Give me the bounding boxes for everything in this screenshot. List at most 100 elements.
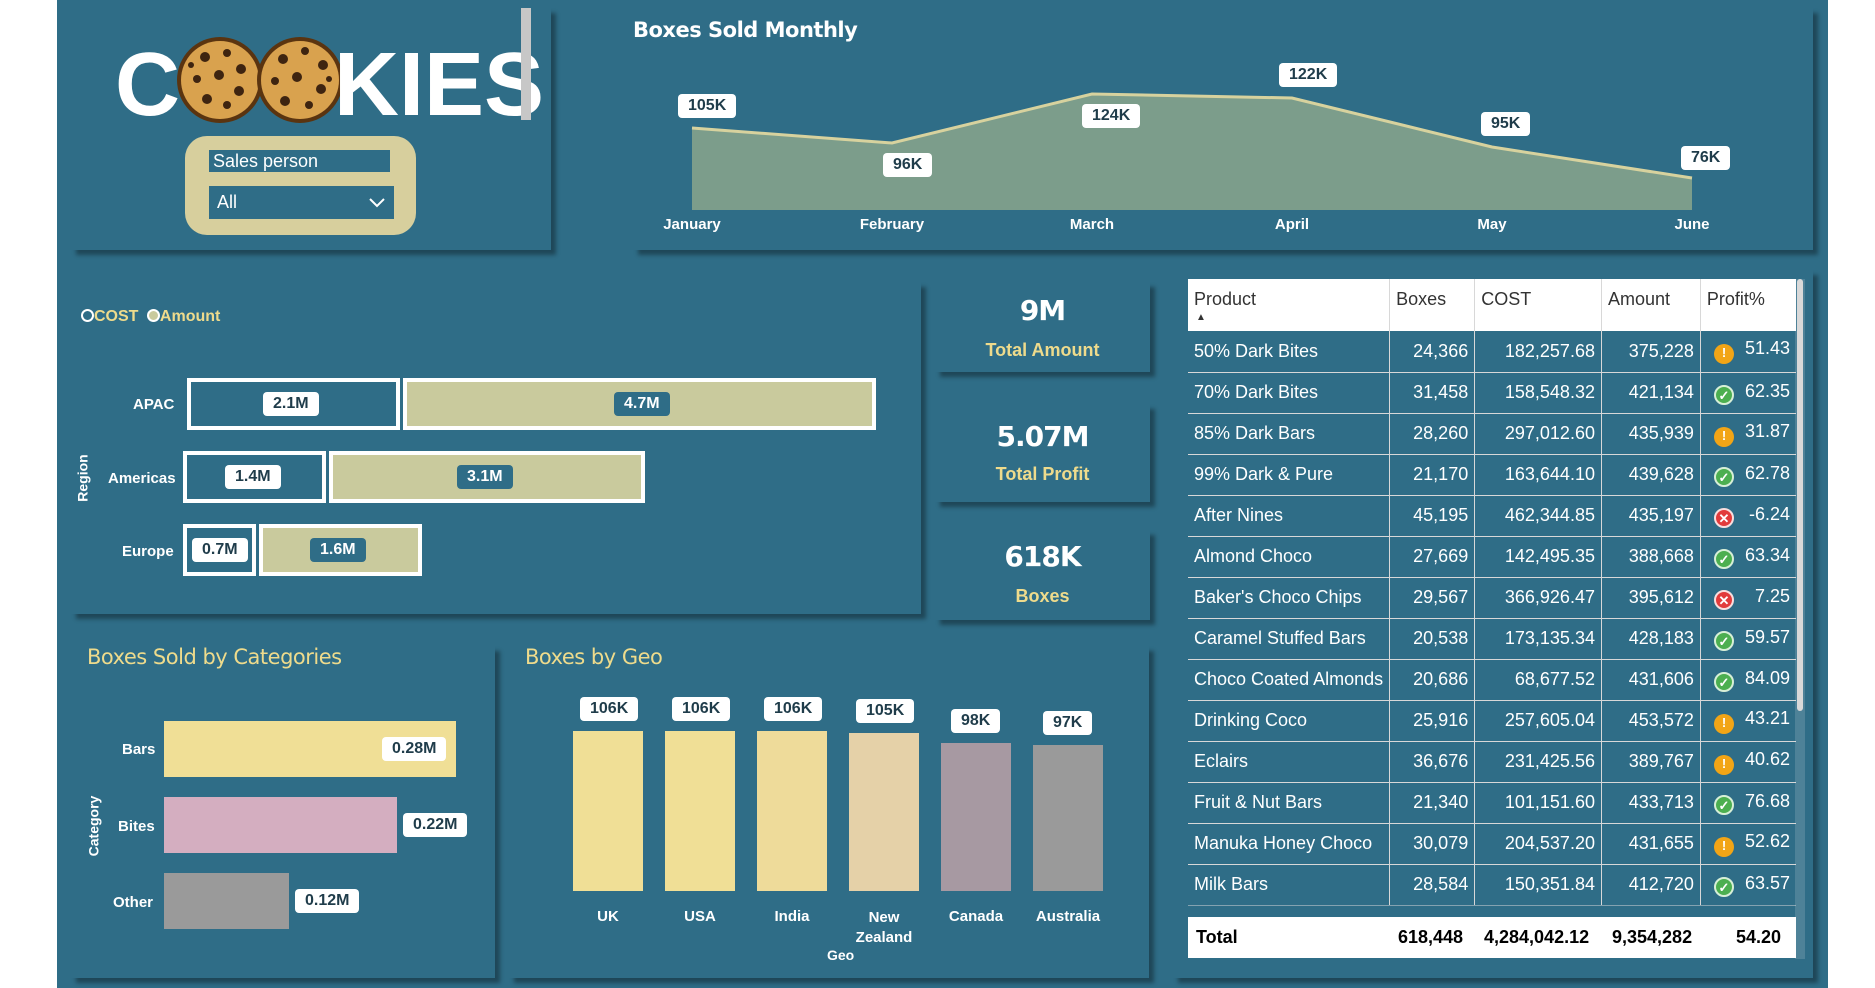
table-row[interactable]: Fruit & Nut Bars 21,340 101,151.60 433,713 ✓… xyxy=(1188,782,1796,824)
kpi-card-boxes: 618K Boxes xyxy=(935,530,1150,620)
data-label: 1.6M xyxy=(310,538,366,562)
geo-label: UK xyxy=(597,908,619,925)
category-label: Bites xyxy=(118,818,155,835)
month-label: June xyxy=(1674,216,1709,233)
table-row[interactable]: Drinking Coco 25,916 257,605.04 453,572! 43.… xyxy=(1188,700,1796,742)
cell-amount: 388,668 xyxy=(1601,536,1701,578)
table-row[interactable]: Milk Bars 28,584 150,351.84 412,720 ✓ 63.57 xyxy=(1188,864,1796,906)
data-label: 0.12M xyxy=(295,889,360,913)
data-label: 1.4M xyxy=(225,465,281,489)
category-bar-other xyxy=(164,873,289,929)
kpi-value: 5.07M xyxy=(996,420,1090,453)
cell-amount: 431,655 xyxy=(1601,823,1701,865)
table-row[interactable]: 99% Dark & Pure 21,170 163,644.10 439,628 ✓ 6… xyxy=(1188,454,1796,496)
monthly-area xyxy=(692,94,1692,210)
profit-value: -6.24 xyxy=(1748,503,1790,524)
table-row[interactable]: Choco Coated Almonds 20,686 68,677.52 431,6… xyxy=(1188,659,1796,701)
table-row[interactable]: Almond Choco 27,669 142,495.35 388,668 ✓ 63.3… xyxy=(1188,536,1796,578)
warning-icon: ! xyxy=(1714,713,1734,734)
geo-bar-australia xyxy=(1033,745,1103,891)
cell-product: Eclairs xyxy=(1188,741,1391,783)
legend-amount: Amount xyxy=(159,308,221,325)
profit-value: 84.09 xyxy=(1744,667,1790,688)
table-row[interactable]: 70% Dark Bites 31,458 158,548.32 421,134 ✓ 62… xyxy=(1188,372,1796,414)
total-amount: 9,354,282 xyxy=(1612,927,1693,947)
table-row[interactable]: After Nines 45,195 462,344.85 435,197 ✕ -6.24 xyxy=(1188,495,1796,537)
geo-label: Canada xyxy=(948,908,1004,925)
cell-profit: ! 31.87 xyxy=(1700,413,1796,455)
cell-product: Choco Coated Almonds xyxy=(1188,659,1391,701)
table-row[interactable]: 85% Dark Bars 28,260 297,012.60 435,939! 31.… xyxy=(1188,413,1796,455)
column-header-product[interactable]: Product ▲ xyxy=(1188,279,1391,331)
column-header-amount[interactable]: Amount xyxy=(1601,279,1701,331)
cell-boxes: 28,584 xyxy=(1389,864,1476,906)
table-scrollbar-thumb[interactable] xyxy=(1797,279,1803,711)
table-row[interactable]: 50% Dark Bites 24,366 182,257.68 375,228! 51… xyxy=(1188,331,1796,373)
region-label: Europe xyxy=(122,543,174,560)
cell-cost: 68,677.52 xyxy=(1474,659,1602,701)
cell-amount: 431,606 xyxy=(1601,659,1701,701)
cell-boxes: 30,079 xyxy=(1389,823,1476,865)
profit-value: 63.34 xyxy=(1744,544,1790,565)
geo-label: New Zealand xyxy=(855,909,913,946)
data-label: 3.1M xyxy=(457,465,513,489)
cell-amount: 435,197 xyxy=(1601,495,1701,537)
table-row[interactable]: Eclairs 36,676 231,425.56 389,767! 40.62 xyxy=(1188,741,1796,783)
table-row[interactable]: Manuka Honey Choco 30,079 204,537.20 431,65… xyxy=(1188,823,1796,865)
cell-product: Fruit & Nut Bars xyxy=(1188,782,1391,824)
monthly-title: Boxes Sold Monthly xyxy=(633,18,858,42)
category-label: Other xyxy=(113,894,154,911)
column-header-cost[interactable]: COST xyxy=(1474,279,1602,331)
cell-boxes: 27,669 xyxy=(1389,536,1476,578)
cookie-icon xyxy=(257,37,343,123)
sales-person-slicer: Sales person All xyxy=(185,136,416,235)
monthly-area-chart: January February March April May June xyxy=(663,92,1710,233)
table-row[interactable]: Caramel Stuffed Bars 20,538 173,135.34 428,… xyxy=(1188,618,1796,660)
column-header-boxes[interactable]: Boxes xyxy=(1389,279,1476,331)
cell-amount: 433,713 xyxy=(1601,782,1701,824)
region-axis-title: Region xyxy=(74,454,91,502)
cell-product: 50% Dark Bites xyxy=(1188,331,1391,373)
table-row[interactable]: Baker's Choco Chips 29,567 366,926.47 395,6… xyxy=(1188,577,1796,619)
cell-profit: ✓ 63.34 xyxy=(1700,536,1796,578)
data-label: 98K xyxy=(951,709,1001,733)
profit-value: 7.25 xyxy=(1754,585,1790,606)
cell-amount: 453,572 xyxy=(1601,700,1701,742)
legend-cost-marker xyxy=(81,309,94,322)
check-circle-icon: ✓ xyxy=(1714,630,1734,651)
logo-letters-kies: KIES xyxy=(334,35,545,135)
cell-boxes: 29,567 xyxy=(1389,577,1476,619)
dropdown-value: All xyxy=(217,192,238,212)
kpi-label: Total Profit xyxy=(995,464,1090,484)
sort-asc-icon: ▲ xyxy=(1196,312,1206,323)
data-label: 124K xyxy=(1082,104,1141,128)
profit-value: 62.35 xyxy=(1744,380,1790,401)
data-label: 97K xyxy=(1043,711,1093,735)
cell-cost: 366,926.47 xyxy=(1474,577,1602,619)
category-bar-bites xyxy=(164,797,397,853)
error-x-icon: ✕ xyxy=(1714,507,1734,528)
legend-cost: COST xyxy=(94,308,139,325)
profit-value: 52.62 xyxy=(1744,830,1790,851)
categories-title: Boxes Sold by Categories xyxy=(87,645,342,669)
geo-bar-uk xyxy=(573,731,643,891)
check-circle-icon: ✓ xyxy=(1714,548,1734,569)
kpi-value: 9M xyxy=(1019,294,1066,327)
product-table: Product ▲ Boxes COST Amount Profit% 50% D… xyxy=(1188,279,1796,906)
cell-product: Almond Choco xyxy=(1188,536,1391,578)
cell-product: Manuka Honey Choco xyxy=(1188,823,1391,865)
column-header-profit[interactable]: Profit% xyxy=(1700,279,1796,331)
kpi-label: Boxes xyxy=(1015,586,1070,606)
geo-label: India xyxy=(774,908,810,925)
total-boxes: 618,448 xyxy=(1398,927,1464,947)
cell-amount: 421,134 xyxy=(1601,372,1701,414)
cell-cost: 142,495.35 xyxy=(1474,536,1602,578)
month-label: March xyxy=(1070,216,1114,233)
kpi-value: 618K xyxy=(1004,540,1081,573)
check-circle-icon: ✓ xyxy=(1714,671,1734,692)
check-circle-icon: ✓ xyxy=(1714,384,1734,405)
kpi-card-total-amount: 9M Total Amount xyxy=(935,282,1150,372)
warning-icon: ! xyxy=(1714,754,1734,775)
sales-person-dropdown[interactable]: All xyxy=(209,186,394,219)
cell-cost: 231,425.56 xyxy=(1474,741,1602,783)
